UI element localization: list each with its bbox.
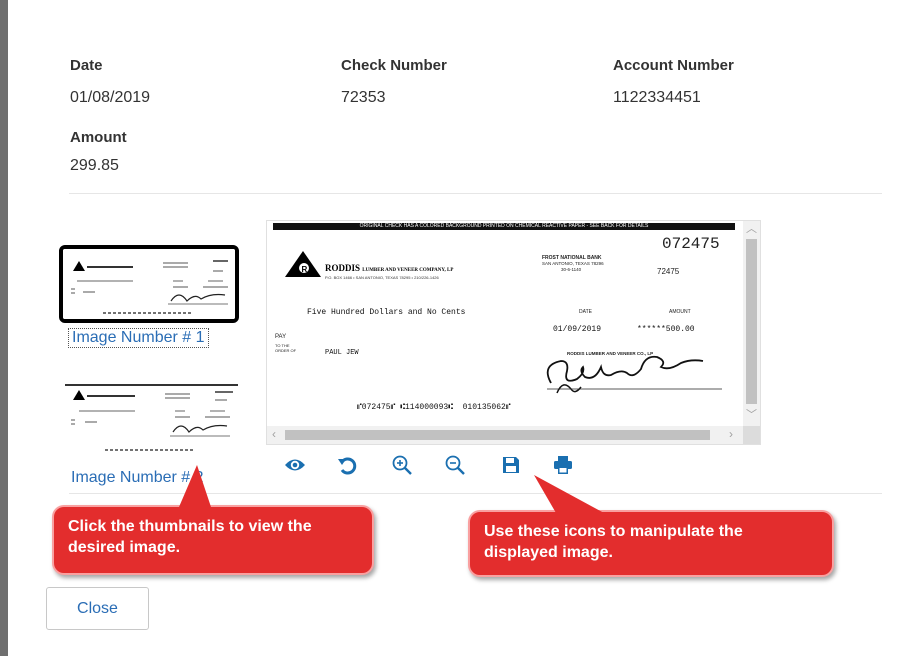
pay-label: PAY bbox=[275, 334, 287, 340]
check-thumbnail-image bbox=[63, 249, 235, 319]
company-logo: R bbox=[285, 251, 321, 277]
vertical-scroll-thumb[interactable] bbox=[746, 239, 757, 404]
bank-city: SAN ANTONIO, TEXAS 78296 bbox=[542, 261, 604, 266]
check-image-viewer[interactable]: ORIGINAL CHECK HAS A COLORED BACKGROUND … bbox=[266, 220, 761, 445]
amount-label: Amount bbox=[70, 129, 127, 146]
rotate-icon bbox=[338, 457, 357, 475]
rotate-button[interactable] bbox=[333, 451, 361, 479]
check-ref: 72475 bbox=[657, 267, 680, 276]
scroll-right-icon[interactable]: › bbox=[729, 428, 733, 440]
zoom-out-icon bbox=[445, 455, 465, 475]
check-banner: ORIGINAL CHECK HAS A COLORED BACKGROUND … bbox=[273, 223, 735, 230]
vertical-scrollbar[interactable]: ︿ ﹀ bbox=[743, 221, 760, 426]
signature bbox=[546, 355, 722, 394]
check-number-print: 072475 bbox=[662, 235, 720, 253]
date-label: Date bbox=[70, 57, 103, 74]
company-name: RODDIS LUMBER AND VENEER COMPANY, LP bbox=[325, 263, 453, 273]
callout-pointer bbox=[179, 465, 211, 507]
account-number-label: Account Number bbox=[613, 57, 734, 74]
amount-value: 299.85 bbox=[70, 157, 119, 174]
save-button[interactable] bbox=[497, 451, 525, 479]
payee: PAUL JEW bbox=[325, 349, 359, 357]
check-number-label: Check Number bbox=[341, 57, 447, 74]
callout-pointer bbox=[534, 475, 604, 513]
check-image-dialog: Date 01/08/2019 Check Number 72353 Accou… bbox=[8, 0, 906, 656]
zoom-in-icon bbox=[392, 455, 412, 475]
svg-text:R: R bbox=[302, 265, 308, 274]
scroll-up-icon[interactable]: ︿ bbox=[746, 224, 757, 235]
micr-line: ⑈072475⑈ ⑆114000093⑆ 010135062⑈ bbox=[357, 403, 511, 412]
eye-icon bbox=[285, 459, 305, 471]
scroll-down-icon[interactable]: ﹀ bbox=[746, 410, 757, 421]
close-button[interactable]: Close bbox=[46, 587, 149, 630]
check-date: 01/09/2019 bbox=[553, 325, 602, 334]
horizontal-scrollbar[interactable]: ‹ › bbox=[267, 426, 743, 444]
thumbnail-2[interactable] bbox=[65, 384, 238, 455]
thumbnail-1-link[interactable]: Image Number # 1 bbox=[68, 328, 209, 348]
icons-hint-callout: Use these icons to manipulate the displa… bbox=[468, 510, 834, 577]
date-caption: DATE bbox=[579, 309, 592, 315]
save-icon bbox=[503, 457, 519, 473]
bank-code: 30-6-1140 bbox=[561, 267, 582, 272]
view-button[interactable] bbox=[281, 451, 309, 479]
scroll-corner bbox=[743, 426, 760, 444]
company-name-suffix: LUMBER AND VENEER COMPANY, LP bbox=[362, 268, 454, 273]
scroll-left-icon[interactable]: ‹ bbox=[272, 428, 276, 440]
check-amount: ******500.00 bbox=[637, 325, 695, 334]
check-image: ORIGINAL CHECK HAS A COLORED BACKGROUND … bbox=[267, 221, 743, 426]
print-icon bbox=[554, 456, 572, 474]
amount-caption: AMOUNT bbox=[669, 309, 691, 315]
check-thumbnail-image bbox=[65, 384, 238, 455]
horizontal-scroll-thumb[interactable] bbox=[285, 430, 710, 440]
thumbnail-1[interactable] bbox=[59, 245, 239, 323]
amount-in-words: Five Hundred Dollars and No Cents bbox=[307, 308, 466, 317]
thumbnails-hint-callout: Click the thumbnails to view the desired… bbox=[52, 505, 374, 575]
company-name-main: RODDIS bbox=[325, 263, 361, 273]
zoom-in-button[interactable] bbox=[388, 451, 416, 479]
account-number-value: 1122334451 bbox=[613, 89, 701, 106]
to-order-label: TO THE ORDER OF bbox=[275, 343, 297, 353]
zoom-out-button[interactable] bbox=[441, 451, 469, 479]
company-address: P.O. BOX 1466 • SAN ANTONIO, TEXAS 78295… bbox=[325, 275, 439, 280]
check-number-value: 72353 bbox=[341, 89, 386, 106]
divider bbox=[69, 193, 882, 194]
date-value: 01/08/2019 bbox=[70, 89, 151, 106]
